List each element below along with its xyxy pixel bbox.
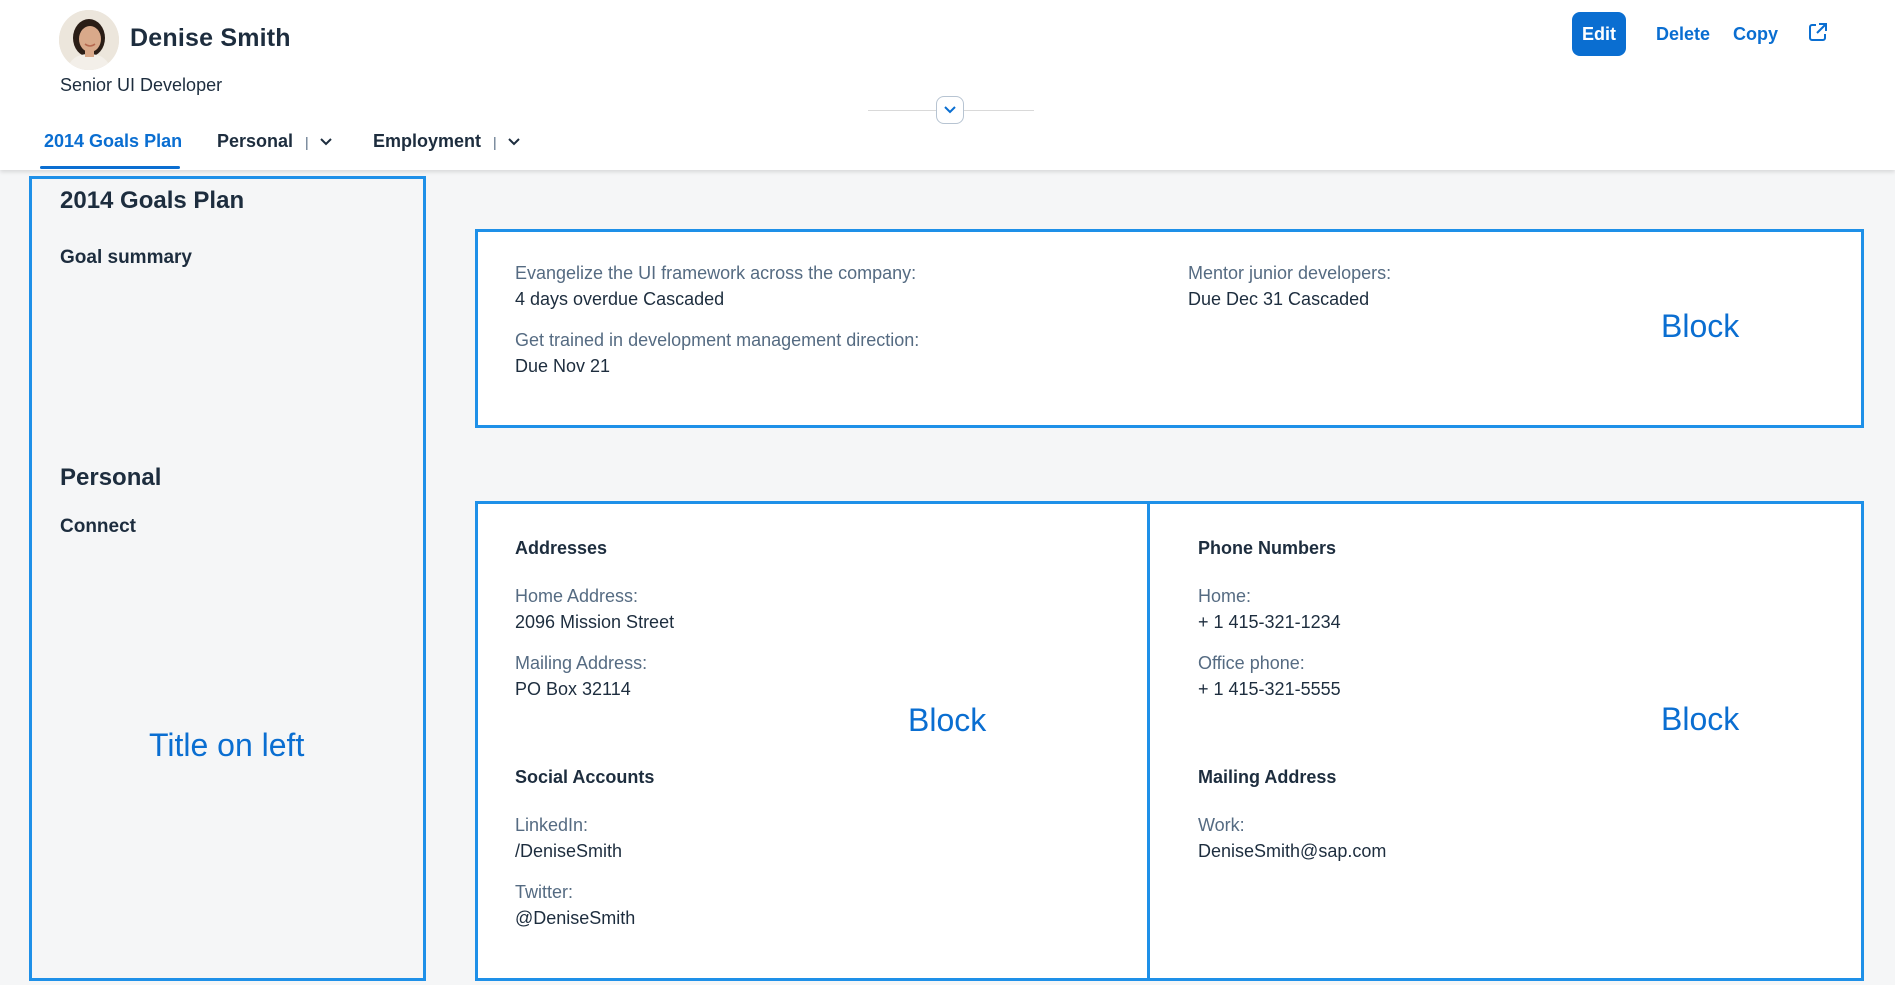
goal-value: 4 days overdue Cascaded <box>515 289 725 309</box>
avatar-portrait-image <box>59 10 119 70</box>
goal-label: Evangelize the UI framework across the c… <box>515 263 917 283</box>
goal-label: Mentor junior developers: <box>1188 263 1392 283</box>
section-title-goals: 2014 Goals Plan <box>60 187 245 214</box>
title-on-left-column <box>29 176 426 981</box>
field-label: Office phone: <box>1198 653 1305 673</box>
section-title-personal: Personal <box>60 464 162 491</box>
tab-personal[interactable]: Personal | <box>217 131 333 152</box>
field-value: + 1 415-321-5555 <box>1198 679 1341 699</box>
goal-value: Due Dec 31 Cascaded <box>1188 289 1370 309</box>
goals-block <box>475 229 1864 428</box>
tab-2014-goals-plan[interactable]: 2014 Goals Plan <box>44 131 182 152</box>
field-value: 2096 Mission Street <box>515 612 675 632</box>
field-label: Mailing Address: <box>515 653 648 673</box>
collapse-header-button[interactable] <box>936 96 964 124</box>
tab-label: Employment <box>373 131 482 151</box>
selected-tab-indicator <box>40 166 180 169</box>
field-label: Home Address: <box>515 586 639 606</box>
subsection-title-goal-summary: Goal summary <box>60 247 192 268</box>
field-label: Work: <box>1198 815 1245 835</box>
tab-label: 2014 Goals Plan <box>44 131 183 151</box>
goal-label: Get trained in development management di… <box>515 330 920 350</box>
field-value: DeniseSmith@sap.com <box>1198 841 1387 861</box>
chevron-down-icon <box>944 106 956 114</box>
field-label: Twitter: <box>515 882 574 902</box>
annotation-block: Block <box>1661 308 1740 344</box>
field-value: /DeniseSmith <box>515 841 623 861</box>
chevron-down-icon[interactable] <box>507 137 521 147</box>
tab-separator: | <box>493 133 497 150</box>
share-icon <box>1809 22 1827 41</box>
delete-button[interactable]: Delete <box>1648 12 1718 56</box>
field-value: @DeniseSmith <box>515 908 636 928</box>
tab-label: Personal <box>217 131 294 151</box>
share-button[interactable] <box>1804 12 1832 56</box>
avatar <box>59 10 119 70</box>
annotation-block: Block <box>908 702 987 738</box>
edit-button[interactable]: Edit <box>1572 12 1626 56</box>
group-title-mailing-address: Mailing Address <box>1198 767 1337 787</box>
tab-separator: | <box>305 133 309 150</box>
copy-button[interactable]: Copy <box>1733 12 1778 56</box>
object-page-header: Denise Smith Senior UI Developer Edit De… <box>0 0 1895 170</box>
field-label: Home: <box>1198 586 1252 606</box>
field-value: PO Box 32114 <box>515 679 631 699</box>
goal-value: Due Nov 21 <box>515 356 611 376</box>
group-title-addresses: Addresses <box>515 538 608 558</box>
chevron-down-icon[interactable] <box>319 137 333 147</box>
subsection-title-connect: Connect <box>60 516 136 537</box>
page-title: Denise Smith <box>130 24 291 52</box>
page-subtitle: Senior UI Developer <box>60 75 223 95</box>
annotation-block: Block <box>1661 701 1740 737</box>
group-title-social-accounts: Social Accounts <box>515 767 655 787</box>
field-value: + 1 415-321-1234 <box>1198 612 1341 632</box>
annotation-title-on-left: Title on left <box>149 727 305 763</box>
group-title-phone-numbers: Phone Numbers <box>1198 538 1337 558</box>
tab-employment[interactable]: Employment | <box>373 131 521 152</box>
field-label: LinkedIn: <box>515 815 589 835</box>
connect-phones-block <box>1147 501 1864 981</box>
